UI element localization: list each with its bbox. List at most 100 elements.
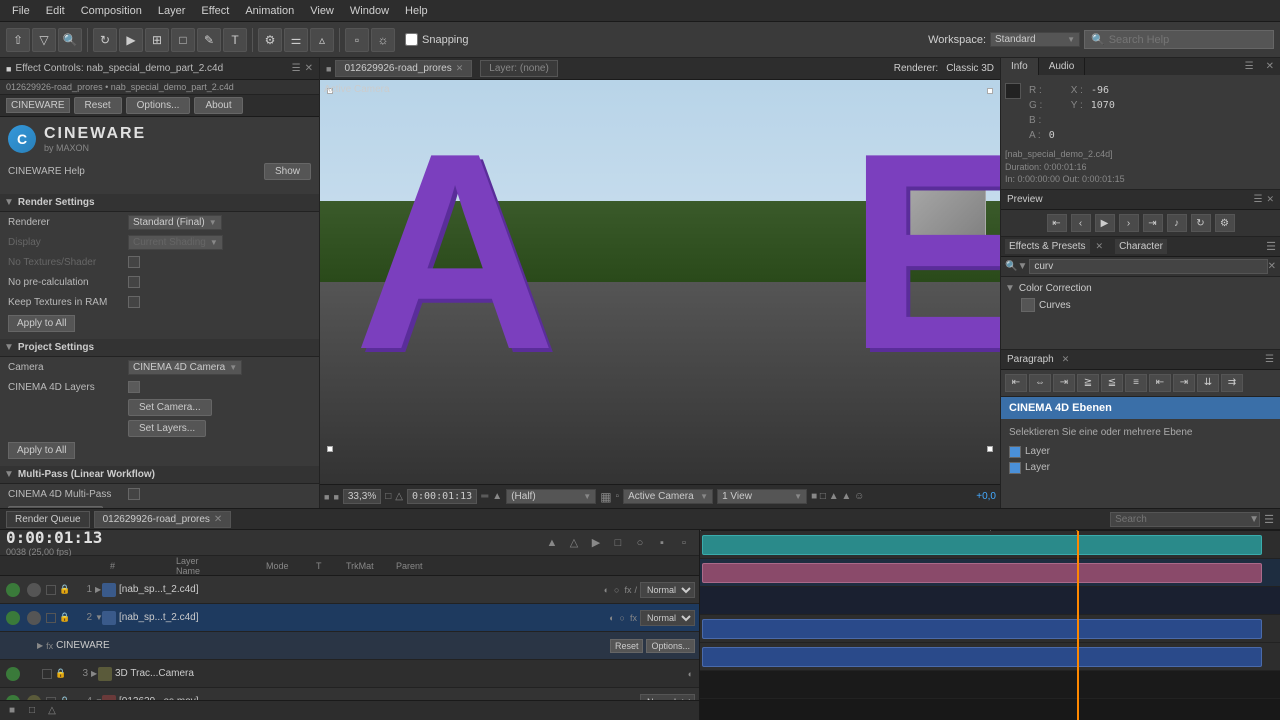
options-btn[interactable]: Options...	[126, 97, 191, 114]
clone-tool[interactable]: ⚌	[284, 28, 308, 52]
display-dropdown[interactable]: Current Shading ▼	[128, 235, 223, 250]
preview-prev-frame[interactable]: ‹	[1071, 214, 1091, 232]
menu-layer[interactable]: Layer	[150, 3, 194, 19]
menu-view[interactable]: View	[302, 3, 342, 19]
ep-search-input[interactable]	[1034, 261, 1262, 272]
preview-audio[interactable]: ♪	[1167, 214, 1187, 232]
layer-2-lock[interactable]: 🔒	[59, 612, 73, 623]
comp-tab[interactable]: 012629926-road_prores ✕	[335, 60, 472, 77]
camera-tool[interactable]: ▶	[119, 28, 143, 52]
zoom-tool[interactable]: 🔍	[58, 28, 82, 52]
clip-2[interactable]	[702, 563, 1262, 583]
layer-2-audio[interactable]	[27, 611, 41, 625]
roto-tool[interactable]: ▫	[345, 28, 369, 52]
select-tool[interactable]: ⇧	[6, 28, 30, 52]
info-panel-menu[interactable]: ☰	[1239, 58, 1260, 75]
shape-tool[interactable]: □	[171, 28, 195, 52]
tl-search-input[interactable]	[1115, 514, 1247, 525]
render-settings-section[interactable]: ▼ Render Settings	[0, 194, 319, 212]
snapping-checkbox[interactable]	[405, 33, 418, 46]
camera-dropdown[interactable]: CINEMA 4D Camera ▼	[128, 360, 242, 375]
clip-3[interactable]	[702, 619, 1262, 639]
audio-tab[interactable]: Audio	[1039, 58, 1086, 75]
layer-3-expand[interactable]: ▶	[91, 669, 95, 678]
cineware-reset-btn[interactable]: Reset	[610, 639, 644, 653]
cineware-options-btn[interactable]: Options...	[646, 639, 695, 653]
para-menu[interactable]: ☰	[1265, 354, 1274, 365]
menu-animation[interactable]: Animation	[237, 3, 302, 19]
tl-menu[interactable]: ☰	[1264, 513, 1274, 526]
multipass-section[interactable]: ▼ Multi-Pass (Linear Workflow)	[0, 466, 319, 484]
preview-close[interactable]: ✕	[1266, 194, 1274, 205]
align-center-btn[interactable]: ⇔	[1029, 374, 1051, 392]
preview-loop[interactable]: ↻	[1191, 214, 1211, 232]
align-left-btn[interactable]: ⇤	[1005, 374, 1027, 392]
render-apply-btn[interactable]: Apply to All	[8, 315, 75, 332]
menu-edit[interactable]: Edit	[38, 3, 73, 19]
info-panel-close[interactable]: ✕	[1260, 58, 1280, 75]
text-tool[interactable]: T	[223, 28, 247, 52]
tl-draft-btn[interactable]: ■	[4, 703, 20, 719]
ep-clear-btn[interactable]: ✕	[1268, 261, 1276, 272]
menu-file[interactable]: File	[4, 3, 38, 19]
ep-menu[interactable]: ☰	[1266, 240, 1276, 253]
justify-btn[interactable]: ≧	[1077, 374, 1099, 392]
menu-composition[interactable]: Composition	[73, 3, 150, 19]
layer-2-expand[interactable]: ▼	[95, 613, 99, 622]
justify-all-btn[interactable]: ≦	[1101, 374, 1123, 392]
layer-1-solo[interactable]	[46, 585, 56, 595]
project-settings-section[interactable]: ▼ Project Settings	[0, 339, 319, 357]
menu-window[interactable]: Window	[342, 3, 397, 19]
layer-1-vis[interactable]	[6, 583, 20, 597]
effect-controls-menu[interactable]: ☰	[292, 63, 301, 74]
c4d-multipass-checkbox[interactable]	[128, 488, 140, 500]
preview-first-frame[interactable]: ⇤	[1047, 214, 1067, 232]
rotation-tool[interactable]: ↻	[93, 28, 117, 52]
quality-dropdown[interactable]: (Half) ▼	[506, 489, 596, 504]
about-btn[interactable]: About	[194, 97, 242, 114]
indent-decrease-btn[interactable]: ⇤	[1149, 374, 1171, 392]
project-apply-btn[interactable]: Apply to All	[8, 442, 75, 459]
tl-close-btn[interactable]: ✕	[214, 514, 222, 525]
layer-2-solo[interactable]	[46, 613, 56, 623]
puppet-tool[interactable]: ☼	[371, 28, 395, 52]
playhead-line[interactable]	[1077, 531, 1079, 720]
ep-title[interactable]: Effects & Presets	[1005, 239, 1090, 254]
search-input[interactable]	[1109, 34, 1267, 46]
preview-menu[interactable]: ☰	[1253, 194, 1262, 205]
character-tab[interactable]: Character	[1115, 239, 1167, 254]
align-right-btn[interactable]: ⇥	[1053, 374, 1075, 392]
menu-help[interactable]: Help	[397, 3, 436, 19]
layer-1-mode[interactable]: Normal	[640, 582, 695, 598]
brush-tool[interactable]: ⚙	[258, 28, 282, 52]
cc-curves-item[interactable]: Curves	[1005, 296, 1276, 314]
layer-2-vis[interactable]	[6, 611, 20, 625]
ep-close-icon[interactable]: ✕	[1096, 241, 1104, 252]
eraser-tool[interactable]: ▵	[310, 28, 334, 52]
workspace-dropdown[interactable]: Standard ▼	[990, 32, 1080, 47]
set-layers-btn[interactable]: Set Layers...	[128, 420, 206, 437]
tl-solo-icon[interactable]: △	[565, 534, 583, 552]
rtl-btn[interactable]: ⇊	[1197, 374, 1219, 392]
hand-tool[interactable]: ▽	[32, 28, 56, 52]
layer-3-solo[interactable]	[42, 669, 52, 679]
tl-camera-icon[interactable]: ▶	[587, 534, 605, 552]
reset-btn[interactable]: Reset	[74, 97, 122, 114]
tl-timecode[interactable]: 0:00:01:13	[6, 528, 102, 547]
no-precalc-checkbox[interactable]	[128, 276, 140, 288]
tl-search-arrow[interactable]: ▼	[1249, 514, 1259, 525]
grid-tool[interactable]: ⊞	[145, 28, 169, 52]
ltr-btn[interactable]: ⇉	[1221, 374, 1243, 392]
render-queue-tab[interactable]: Render Queue	[6, 511, 90, 528]
layer-3-lock[interactable]: 🔒	[55, 668, 69, 679]
justify-full-btn[interactable]: ≡	[1125, 374, 1147, 392]
c4d-layer-checkbox-2[interactable]	[1009, 462, 1021, 474]
c4d-layers-checkbox[interactable]	[128, 381, 140, 393]
view-dropdown[interactable]: Active Camera ▼	[623, 489, 713, 504]
tl-adjust-icon[interactable]: ▪	[653, 534, 671, 552]
pen-tool[interactable]: ✎	[197, 28, 221, 52]
menu-effect[interactable]: Effect	[193, 3, 237, 19]
layer-1-lock[interactable]: 🔒	[59, 584, 73, 595]
tl-shape-icon[interactable]: ▫	[675, 534, 693, 552]
layer-1-audio[interactable]	[27, 583, 41, 597]
